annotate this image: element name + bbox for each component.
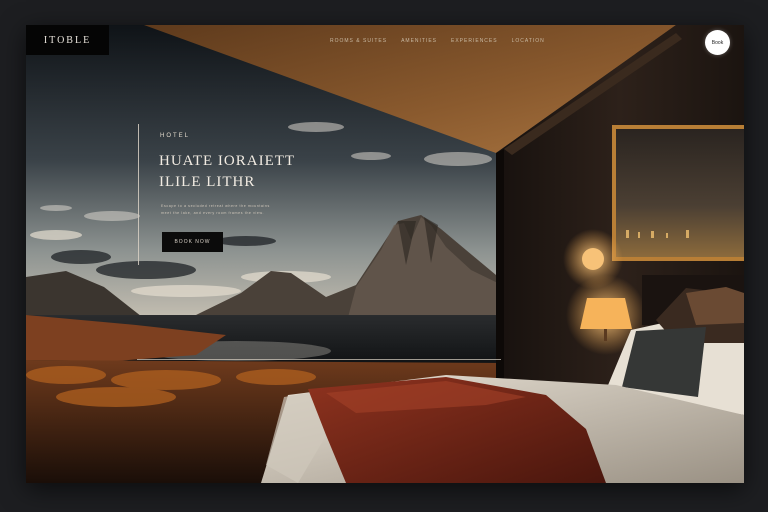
- hero-divider: [138, 124, 139, 265]
- hero-headline-line-2: ILILE LITHR: [159, 174, 256, 190]
- hero-image: [26, 25, 744, 483]
- book-circle-button[interactable]: Book: [705, 30, 730, 55]
- brand-logo[interactable]: ITOBLE: [26, 25, 109, 55]
- horizon-divider: [137, 359, 501, 360]
- hero-copy: Escape to a secluded retreat where the m…: [161, 203, 295, 216]
- website-frame: ITOBLE ROOMS & SUITES AMENITIES EXPERIEN…: [26, 25, 744, 483]
- nav-link-rooms[interactable]: ROOMS & SUITES: [330, 38, 387, 44]
- nav-link-location[interactable]: LOCATION: [512, 38, 545, 44]
- main-nav: ROOMS & SUITES AMENITIES EXPERIENCES LOC…: [330, 38, 545, 44]
- hero-headline-line-1: HUATE IORAIETT: [159, 153, 296, 169]
- hero-copy-line-2: meet the lake, and every room frames the…: [161, 210, 265, 215]
- hero-headline: HUATE IORAIETT ILILE LITHR: [159, 151, 329, 193]
- hero-eyebrow: HOTEL: [160, 133, 191, 139]
- nav-link-experiences[interactable]: EXPERIENCES: [451, 38, 498, 44]
- nav-link-amenities[interactable]: AMENITIES: [401, 38, 437, 44]
- hero-copy-line-1: Escape to a secluded retreat where the m…: [161, 204, 270, 208]
- book-now-button[interactable]: BOOK NOW: [162, 232, 223, 252]
